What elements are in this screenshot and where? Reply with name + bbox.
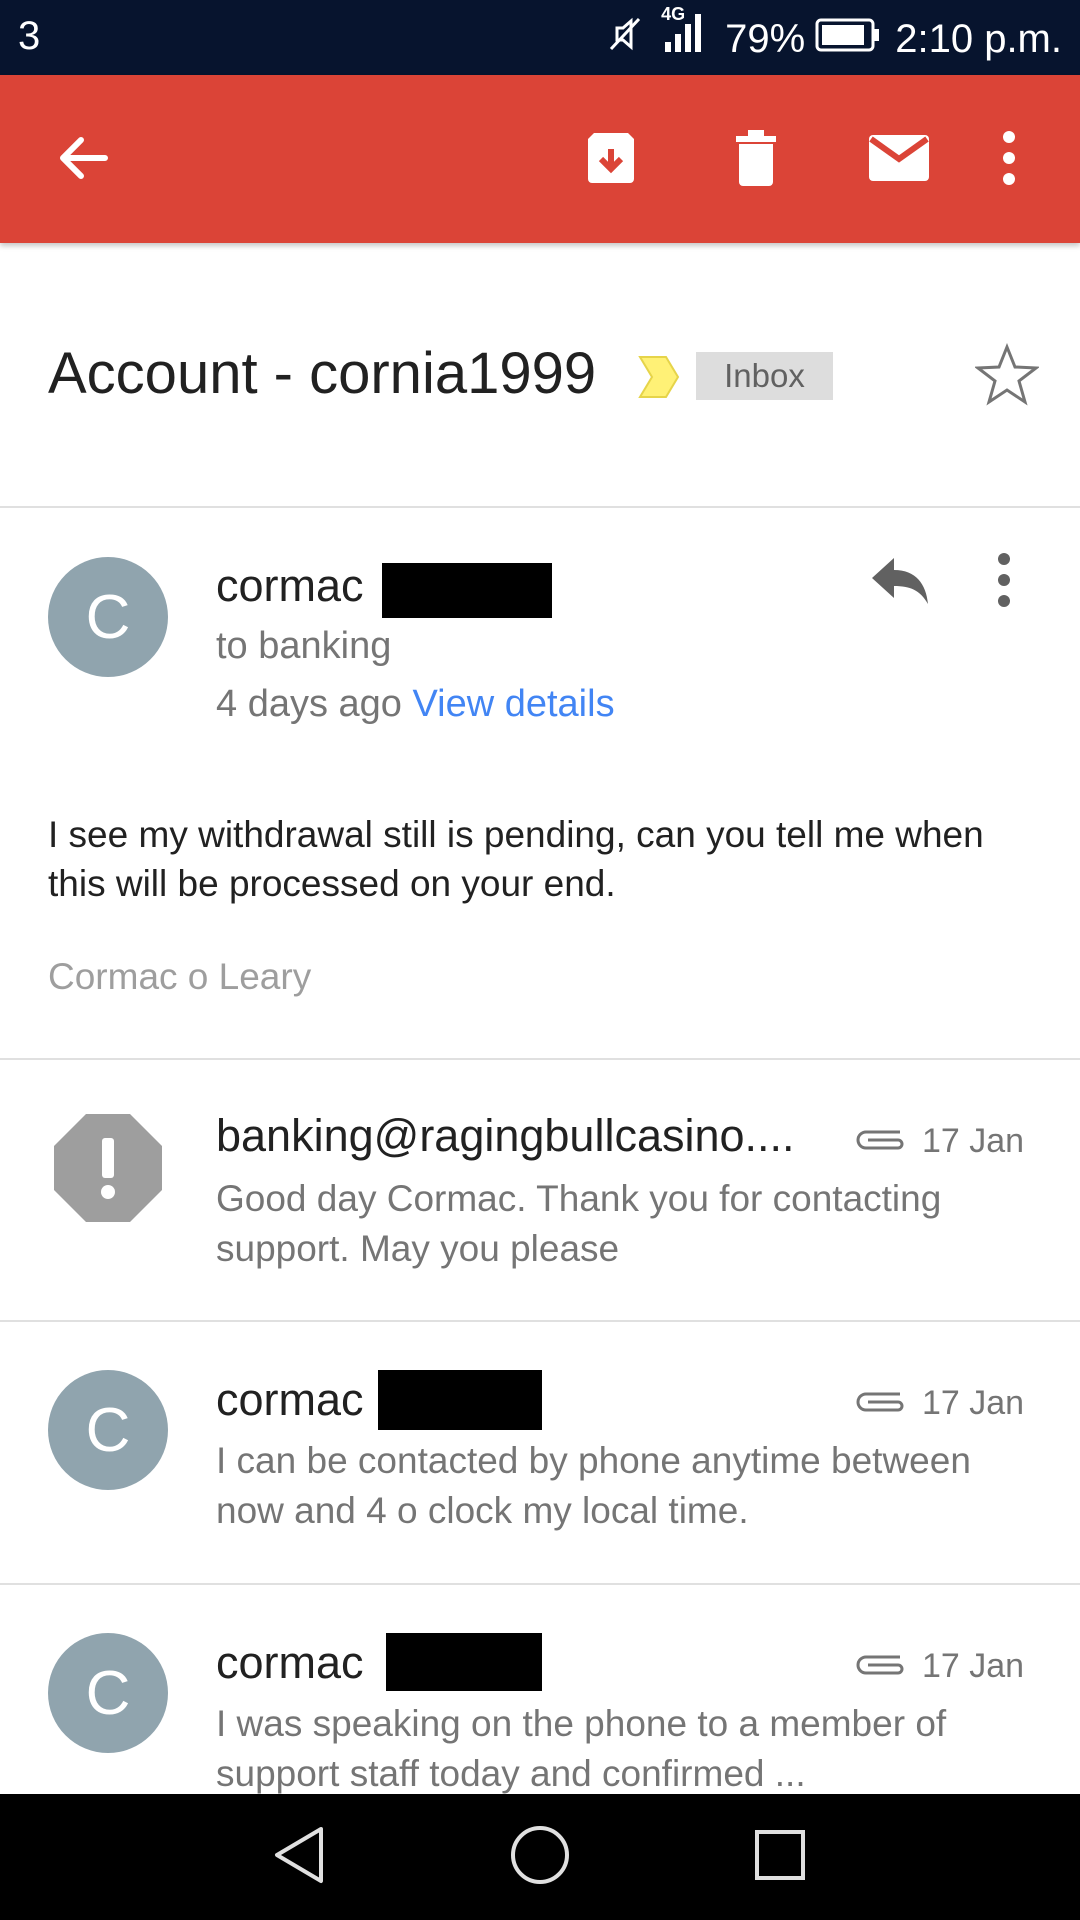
network-type: 4G — [661, 4, 686, 24]
warning-octagon-icon — [52, 1112, 164, 1229]
star-icon — [973, 342, 1041, 411]
delete-icon — [732, 128, 780, 193]
email-subject: Account - cornia1999 — [48, 341, 597, 406]
message-time: 4 days ago — [216, 683, 402, 725]
thread-date: 17 Jan — [922, 1647, 1025, 1685]
more-vert-icon — [999, 130, 1019, 191]
redacted-block — [378, 1370, 542, 1430]
inbox-label-chip[interactable]: Inbox — [696, 352, 833, 400]
redacted-block — [386, 1633, 542, 1691]
thread-snippet: I can be contacted by phone anytime betw… — [216, 1440, 971, 1531]
reply-icon — [868, 558, 932, 614]
nav-home-button[interactable] — [505, 1822, 575, 1892]
status-bar: 3 4G 79% 2:10 p.m. — [0, 0, 1080, 75]
avatar: C — [48, 1633, 168, 1753]
thread-snippet: Good day Cormac. Thank you for contactin… — [216, 1178, 942, 1269]
battery-icon — [815, 17, 881, 62]
star-button[interactable] — [973, 342, 1041, 407]
navigation-bar — [0, 1794, 1080, 1920]
thread-sender: banking@ragingbullcasino.... — [216, 1110, 795, 1161]
status-right: 4G 79% 2:10 p.m. — [605, 4, 1062, 66]
attachment-icon — [852, 1384, 910, 1423]
nav-back-icon — [271, 1825, 327, 1890]
clock: 2:10 p.m. — [895, 16, 1062, 61]
mute-icon — [605, 14, 645, 64]
message-more-button[interactable] — [994, 552, 1024, 612]
message-time-row: 4 days ago View details — [216, 683, 615, 726]
message-signature: Cormac o Leary — [48, 956, 312, 997]
archive-button[interactable] — [576, 125, 646, 195]
avatar: C — [48, 557, 168, 677]
thread-snippet: I was speaking on the phone to a member … — [216, 1703, 947, 1794]
message-sender[interactable]: cormac — [216, 560, 364, 612]
app-bar — [0, 75, 1080, 243]
redacted-block — [382, 563, 552, 618]
attachment-icon — [852, 1647, 910, 1686]
nav-recents-icon — [752, 1827, 808, 1888]
nav-recents-button[interactable] — [745, 1822, 815, 1892]
thread-date: 17 Jan — [922, 1122, 1025, 1160]
mark-unread-button[interactable] — [864, 125, 934, 195]
battery-percent: 79% — [725, 16, 806, 61]
thread-item[interactable]: banking@ragingbullcasino.... 17 Jan Good… — [0, 1060, 1080, 1320]
back-button[interactable] — [48, 125, 118, 195]
nav-home-icon — [509, 1824, 571, 1891]
message-recipient: to banking — [216, 625, 392, 667]
more-options-button[interactable] — [974, 125, 1044, 195]
sender-name: cormac — [216, 560, 364, 611]
thread-item[interactable]: C cormac 17 Jan I can be contacted by ph… — [0, 1322, 1080, 1582]
carrier-label: 3 — [18, 14, 41, 58]
more-vert-icon — [994, 553, 1014, 612]
divider — [0, 506, 1080, 508]
mark-unread-icon — [867, 133, 931, 188]
thread-sender: cormac — [216, 1374, 364, 1425]
view-details-link[interactable]: View details — [412, 683, 614, 725]
thread-item[interactable]: C cormac 17 Jan I was speaking on the ph… — [0, 1585, 1080, 1794]
nav-back-button[interactable] — [264, 1822, 334, 1892]
reply-button[interactable] — [868, 550, 938, 620]
signal-icon: 4G — [659, 4, 707, 66]
delete-button[interactable] — [721, 125, 791, 195]
message-body: I see my withdrawal still is pending, ca… — [48, 814, 984, 904]
thread-sender: cormac — [216, 1637, 364, 1688]
thread-date-row: 17 Jan — [852, 1647, 1024, 1686]
back-arrow-icon — [55, 130, 111, 191]
avatar: C — [48, 1370, 168, 1490]
archive-icon — [582, 129, 640, 192]
thread-date-row: 17 Jan — [852, 1384, 1024, 1423]
thread-date-row: 17 Jan — [852, 1122, 1024, 1161]
importance-marker-icon[interactable] — [638, 355, 680, 404]
thread-date: 17 Jan — [922, 1384, 1025, 1422]
attachment-icon — [852, 1122, 910, 1161]
